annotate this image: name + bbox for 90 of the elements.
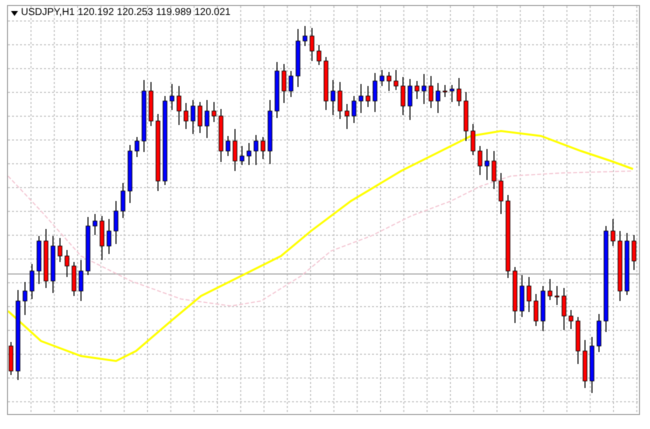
candlestick (540, 286, 546, 332)
candlestick (428, 76, 434, 108)
candlestick (30, 264, 34, 300)
candlestick (198, 102, 202, 134)
candlestick (72, 262, 76, 296)
candlestick (582, 340, 588, 388)
candlestick (450, 84, 454, 102)
candlestick (58, 238, 62, 262)
candlestick (176, 86, 182, 126)
candlestick (498, 172, 504, 214)
candlestick (128, 144, 132, 204)
candlestick (352, 96, 356, 124)
candlestick (624, 232, 630, 296)
candlestick (414, 80, 420, 100)
candlestick (316, 44, 322, 66)
candlestick (114, 200, 118, 244)
candlestick (526, 276, 532, 312)
candlestick (232, 128, 238, 172)
candlestick (576, 316, 580, 364)
candlestick (568, 310, 574, 330)
price-value: 120.192 (78, 8, 114, 18)
candlestick (184, 102, 188, 130)
candlestick (632, 234, 636, 270)
candlestick (478, 146, 482, 176)
candlestick (100, 216, 104, 260)
candlestick (190, 100, 196, 134)
candlestick (358, 84, 364, 114)
candlestick (442, 84, 448, 98)
candlestick (36, 236, 42, 284)
candlestick (512, 266, 518, 324)
price-value: 120.021 (194, 8, 231, 18)
candlestick (274, 62, 280, 118)
candlestick (408, 78, 412, 120)
candlestick (212, 102, 216, 122)
candlestick (288, 70, 294, 98)
candlestick (120, 182, 126, 218)
candlestick (134, 136, 140, 158)
price-value: 119.989 (156, 8, 192, 18)
candlestick (534, 294, 538, 326)
candlestick (268, 100, 272, 164)
candlestick (380, 70, 384, 86)
candlestick (372, 72, 378, 112)
candlestick (324, 56, 328, 110)
candlestick (170, 84, 174, 110)
candlestick (610, 218, 616, 246)
candlestick (92, 214, 98, 236)
candlestick (296, 28, 300, 88)
candlestick (78, 260, 84, 302)
candlestick (44, 228, 48, 288)
candlestick (254, 134, 258, 166)
candlestick (204, 100, 210, 138)
candlestick (366, 86, 370, 108)
candlestick (106, 218, 112, 254)
candlestick (226, 136, 230, 156)
candlestick (464, 92, 468, 142)
candlestick (22, 282, 28, 316)
candlestick (344, 104, 350, 130)
candlestick (86, 216, 90, 276)
candlestick (148, 82, 154, 126)
candlestick (218, 108, 224, 162)
candlestick (50, 236, 56, 294)
candlestick (548, 278, 552, 300)
candlestick (470, 124, 476, 156)
price-value: 120.253 (116, 8, 154, 18)
candlestick (484, 148, 490, 180)
candlestick (246, 142, 252, 166)
candlestick (422, 74, 426, 104)
candlestick (330, 80, 336, 116)
candlestick (386, 72, 392, 92)
candlestick (8, 342, 14, 376)
candlestick (618, 230, 622, 302)
candlestick (394, 70, 398, 90)
candlestick (64, 250, 70, 278)
candlestick (302, 26, 308, 46)
candlestick (310, 28, 314, 62)
symbol-label: USDJPY,H1 (21, 8, 75, 18)
candlestick (492, 150, 496, 190)
candlestick (562, 288, 566, 330)
candlestick (400, 76, 406, 116)
candlestick (554, 286, 560, 306)
candlestick (520, 274, 524, 318)
candlestick (282, 64, 286, 104)
candlestick (596, 314, 602, 352)
candlestick (590, 336, 594, 394)
candlestick (260, 136, 266, 160)
dropdown-triangle-icon[interactable] (11, 10, 18, 16)
candlestick (456, 78, 462, 106)
candlestick (338, 82, 342, 120)
candlestick (436, 82, 440, 114)
candlestick (240, 146, 244, 166)
